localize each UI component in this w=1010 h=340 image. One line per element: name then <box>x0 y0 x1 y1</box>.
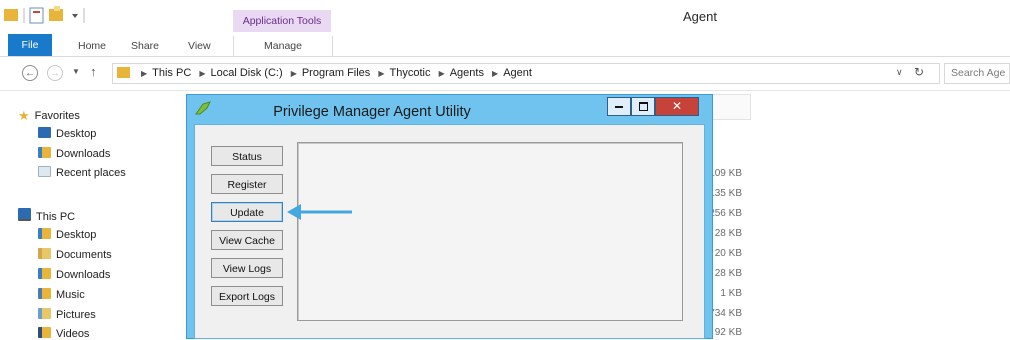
nav-pc-videos[interactable]: Videos <box>38 327 89 340</box>
column-header-size[interactable] <box>712 94 751 120</box>
minimize-button[interactable] <box>607 97 631 116</box>
update-button[interactable]: Update <box>211 202 283 222</box>
application-tools-context-tab: Application Tools <box>233 10 331 32</box>
nav-label: Videos <box>56 328 90 340</box>
music-folder-icon <box>38 288 51 299</box>
file-size: 20 KB <box>714 248 742 259</box>
computer-icon <box>18 208 31 221</box>
back-arrow-icon: ← <box>25 68 35 79</box>
nav-label: Downloads <box>56 148 111 160</box>
breadcrumb-thycotic[interactable]: Thycotic <box>390 67 431 79</box>
breadcrumb-agents[interactable]: Agents <box>450 67 484 79</box>
file-size: 109 KB <box>709 168 742 179</box>
nav-favorites-recent-places[interactable]: Recent places <box>38 166 126 179</box>
nav-label: Favorites <box>34 110 80 122</box>
tab-home[interactable]: Home <box>70 36 114 56</box>
nav-label: Downloads <box>56 269 111 281</box>
close-button[interactable]: ✕ <box>655 97 699 116</box>
file-size: 135 KB <box>709 188 742 199</box>
breadcrumb-separator-icon: ▶ <box>492 69 499 78</box>
quick-access-toolbar <box>4 6 85 24</box>
tab-share[interactable]: Share <box>123 36 167 56</box>
nav-label: Desktop <box>56 229 97 241</box>
file-size: 28 KB <box>714 268 742 279</box>
address-history-dropdown[interactable]: ∨ <box>896 67 903 78</box>
file-size: 1 KB <box>720 288 742 299</box>
refresh-button[interactable]: ↻ <box>914 65 924 79</box>
status-button[interactable]: Status <box>211 146 283 166</box>
file-size: 256 KB <box>709 208 742 219</box>
nav-label: This PC <box>36 211 76 223</box>
export-logs-button[interactable]: Export Logs <box>211 286 283 306</box>
app-icon <box>195 101 211 115</box>
breadcrumb-separator-icon: ▶ <box>438 69 445 78</box>
documents-folder-icon <box>38 248 51 259</box>
view-logs-button[interactable]: View Logs <box>211 258 283 278</box>
breadcrumb-separator-icon: ▶ <box>378 69 385 78</box>
view-cache-button[interactable]: View Cache <box>211 230 283 250</box>
nav-pc-music[interactable]: Music <box>38 288 85 301</box>
customize-toolbar-icon <box>72 14 78 18</box>
nav-this-pc[interactable]: This PC <box>18 208 75 223</box>
tab-file[interactable]: File <box>8 34 52 56</box>
nav-label: Recent places <box>56 167 126 179</box>
folder-icon <box>117 67 130 78</box>
recent-places-icon <box>38 166 51 177</box>
up-arrow-icon: ↑ <box>90 64 97 79</box>
folder-icon <box>4 9 18 21</box>
breadcrumb-separator-icon: ▶ <box>290 69 297 78</box>
chevron-down-icon: ∨ <box>896 67 903 77</box>
nav-favorites[interactable]: ★ Favorites <box>18 108 80 123</box>
output-textbox[interactable] <box>297 142 683 321</box>
breadcrumb-separator-icon: ▶ <box>199 69 206 78</box>
breadcrumb-local-disk[interactable]: Local Disk (C:) <box>211 67 283 79</box>
maximize-button[interactable] <box>631 97 655 116</box>
refresh-icon: ↻ <box>914 65 925 79</box>
file-size: 28 KB <box>714 228 742 239</box>
breadcrumb: ▶ This PC ▶ Local Disk (C:) ▶ Program Files… <box>136 67 532 79</box>
nav-pc-downloads[interactable]: Downloads <box>38 268 110 281</box>
videos-folder-icon <box>38 327 51 338</box>
properties-icon <box>29 7 44 24</box>
nav-pc-desktop[interactable]: Desktop <box>38 228 96 241</box>
nav-favorites-desktop[interactable]: Desktop <box>38 127 96 140</box>
window-title: Agent <box>683 9 717 24</box>
maximize-icon <box>638 102 648 112</box>
forward-arrow-icon: → <box>50 68 60 79</box>
dialog-title: Privilege Manager Agent Utility <box>273 104 471 120</box>
downloads-icon <box>38 147 51 158</box>
up-button[interactable]: ↑ <box>90 64 97 79</box>
pictures-folder-icon <box>38 308 51 319</box>
nav-pc-pictures[interactable]: Pictures <box>38 308 96 321</box>
star-icon: ★ <box>18 108 30 123</box>
nav-label: Music <box>56 289 85 301</box>
breadcrumb-separator-icon: ▶ <box>141 69 148 78</box>
forward-button[interactable]: → <box>47 65 63 81</box>
close-icon: ✕ <box>671 99 683 113</box>
file-size: 92 KB <box>714 327 742 338</box>
nav-favorites-downloads[interactable]: Downloads <box>38 147 110 160</box>
desktop-icon <box>38 127 51 138</box>
downloads-folder-icon <box>38 268 51 279</box>
nav-pc-documents[interactable]: Documents <box>38 248 112 261</box>
chevron-down-icon: ▼ <box>72 67 80 76</box>
breadcrumb-agent[interactable]: Agent <box>503 67 532 79</box>
recent-locations-dropdown[interactable]: ▼ <box>72 67 80 76</box>
register-button[interactable]: Register <box>211 174 283 194</box>
nav-label: Pictures <box>56 309 96 321</box>
title-bar <box>0 0 1010 32</box>
tab-view[interactable]: View <box>180 36 219 56</box>
minimize-icon <box>615 105 623 108</box>
breadcrumb-this-pc[interactable]: This PC <box>152 67 191 79</box>
breadcrumb-program-files[interactable]: Program Files <box>302 67 370 79</box>
tab-manage[interactable]: Manage <box>233 36 333 56</box>
callout-arrow-icon <box>287 204 352 220</box>
nav-label: Documents <box>56 249 112 261</box>
back-button[interactable]: ← <box>22 65 38 81</box>
nav-label: Desktop <box>56 128 97 140</box>
desktop-folder-icon <box>38 228 51 239</box>
search-input[interactable]: Search Age <box>944 63 1010 84</box>
file-size: 734 KB <box>709 308 742 319</box>
